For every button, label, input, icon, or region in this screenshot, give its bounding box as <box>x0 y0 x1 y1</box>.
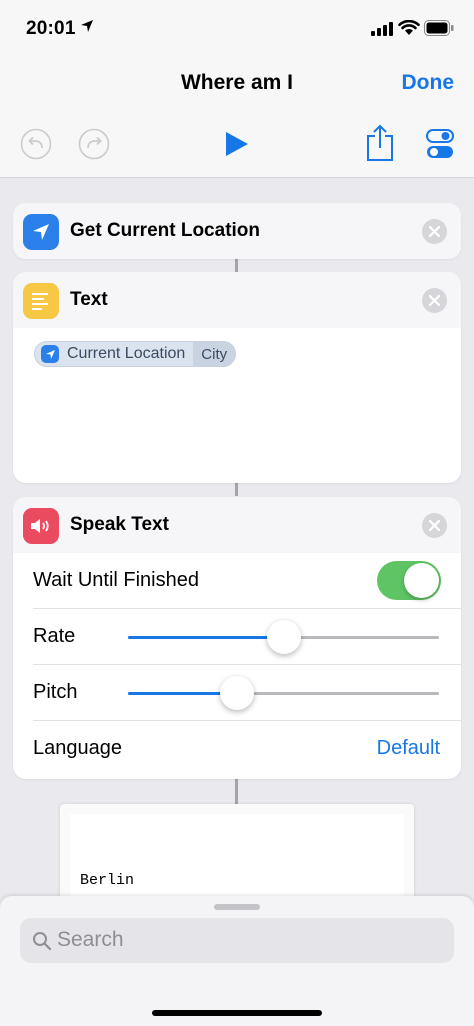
redo-icon[interactable] <box>78 128 110 160</box>
slider-thumb[interactable] <box>266 620 301 654</box>
action-title: Get Current Location <box>70 220 261 241</box>
status-bar: 20:01 <box>0 0 474 58</box>
search-icon <box>33 932 52 951</box>
action-header: Speak Text <box>13 497 461 553</box>
text-lines-icon <box>23 283 59 319</box>
language-label: Language <box>33 737 122 759</box>
undo-icon[interactable] <box>20 128 52 160</box>
rate-slider[interactable] <box>128 620 439 654</box>
action-connector <box>235 482 238 496</box>
token-property: City <box>193 342 236 366</box>
close-icon[interactable] <box>422 219 447 244</box>
home-indicator <box>152 1010 322 1016</box>
action-header: Text <box>13 272 461 328</box>
action-title: Speak Text <box>70 514 169 535</box>
variable-token[interactable]: Current Location City <box>34 341 237 367</box>
battery-icon <box>424 20 454 36</box>
location-services-icon <box>81 20 93 32</box>
action-header: Get Current Location <box>13 203 461 259</box>
wait-until-finished-switch[interactable] <box>377 561 441 600</box>
action-title: Text <box>70 289 108 310</box>
status-time: 20:01 <box>26 18 76 39</box>
pitch-slider[interactable] <box>128 676 439 710</box>
close-icon[interactable] <box>422 513 447 538</box>
close-icon[interactable] <box>422 288 447 313</box>
wait-until-finished-label: Wait Until Finished <box>33 569 199 591</box>
language-value[interactable]: Default <box>377 737 440 760</box>
action-connector <box>235 778 238 804</box>
action-text[interactable]: Text Current Location City <box>13 272 461 483</box>
rate-label: Rate <box>33 625 76 647</box>
play-icon[interactable] <box>222 130 250 158</box>
language-row[interactable]: Language Default <box>33 721 461 777</box>
rate-row: Rate <box>33 609 461 665</box>
speaker-icon <box>23 508 59 544</box>
slider-fill <box>128 636 284 639</box>
pitch-label: Pitch <box>33 681 78 703</box>
location-arrow-icon <box>41 345 59 363</box>
location-arrow-icon <box>23 214 59 250</box>
token-label: Current Location <box>67 345 186 362</box>
settings-toggles-icon[interactable] <box>426 129 454 159</box>
action-connector <box>235 258 238 272</box>
cellular-signal-icon <box>371 22 393 36</box>
share-icon[interactable] <box>366 124 394 162</box>
slider-thumb[interactable] <box>219 676 254 710</box>
pitch-row: Pitch <box>33 665 461 721</box>
switch-knob <box>404 563 439 598</box>
action-get-current-location[interactable]: Get Current Location <box>13 203 461 259</box>
search-placeholder: Search <box>57 928 124 951</box>
sheet-grabber[interactable] <box>214 904 260 910</box>
action-speak-text[interactable]: Speak Text Wait Until Finished Rate Pitc… <box>13 497 461 779</box>
search-field[interactable]: Search <box>20 918 454 963</box>
token-main: Current Location <box>35 342 193 366</box>
top-bar: 20:01 Where am I Done <box>0 0 474 178</box>
wifi-icon <box>398 20 420 35</box>
action-library-sheet: Search <box>0 896 474 1026</box>
output-text: Berlin <box>80 872 135 889</box>
done-button[interactable]: Done <box>402 71 455 95</box>
wait-until-finished-row: Wait Until Finished <box>33 553 461 609</box>
